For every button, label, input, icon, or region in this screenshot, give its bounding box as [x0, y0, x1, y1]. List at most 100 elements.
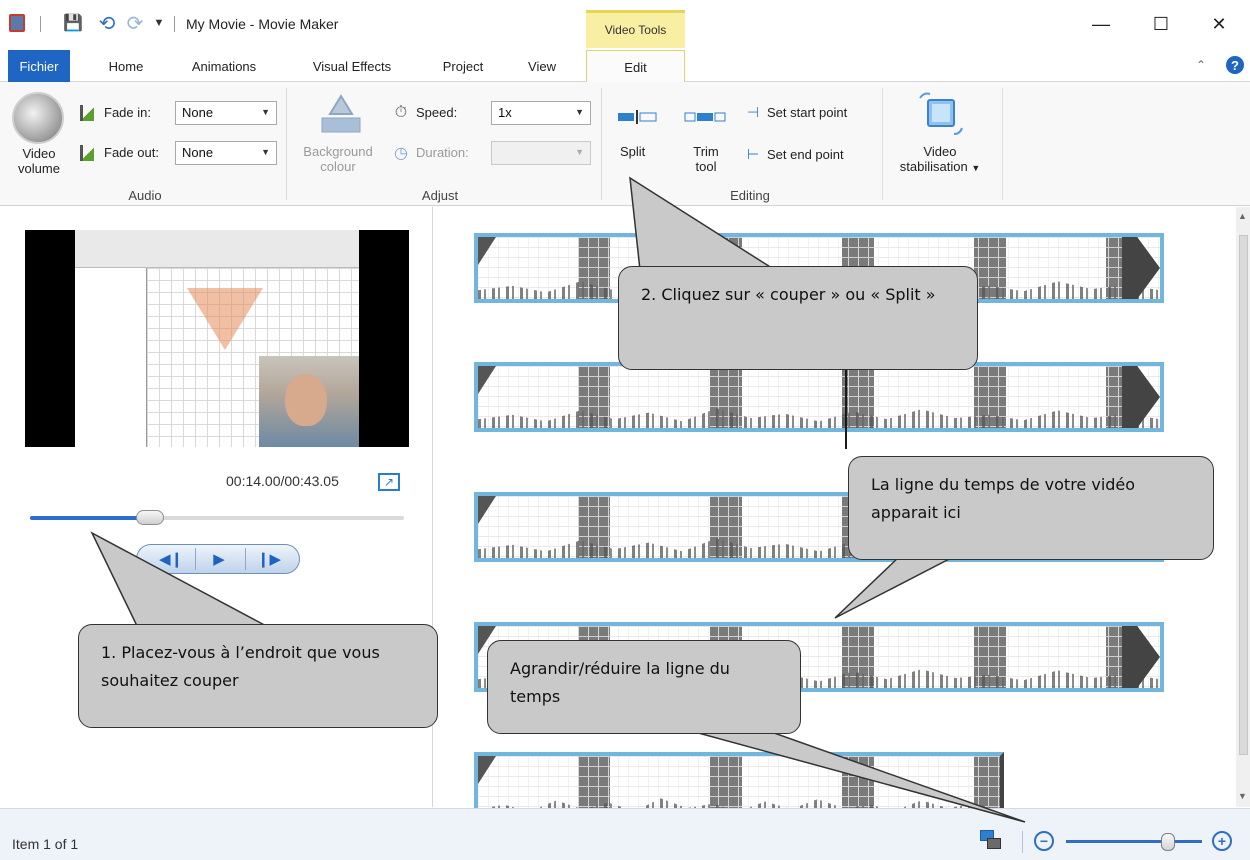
zoom-slider[interactable]: [1066, 840, 1202, 843]
title-bar: 💾 ⟲ ⟳ ▼ My Movie - Movie Maker Video Too…: [0, 0, 1250, 48]
help-icon[interactable]: ?: [1226, 56, 1244, 74]
split-button[interactable]: Split: [620, 144, 645, 159]
quick-access-separator: [40, 16, 41, 32]
playhead[interactable]: [845, 357, 847, 449]
video-stabilisation-icon[interactable]: [914, 88, 968, 140]
fade-in-value: None: [182, 105, 214, 120]
group-separator: [882, 88, 883, 200]
speed-value: 1x: [498, 105, 512, 120]
duration-select[interactable]: ▼: [491, 141, 591, 165]
speed-icon: ⏱: [394, 104, 408, 121]
fade-out-label: Fade out:: [104, 145, 159, 160]
preview-triangle-image: [187, 288, 263, 350]
tab-animations[interactable]: Animations: [174, 50, 274, 82]
duration-icon: ◷: [394, 145, 408, 162]
preview-toolbar-image: [75, 230, 359, 268]
chevron-down-icon: ▼: [575, 107, 584, 117]
editing-group-label: Editing: [730, 188, 770, 203]
set-end-point-icon: ⊢: [746, 145, 760, 162]
trim-icon[interactable]: [684, 110, 726, 124]
set-end-point-button[interactable]: Set end point: [767, 147, 844, 162]
video-stabilisation-button[interactable]: Video stabilisation ▼: [890, 144, 990, 176]
set-start-point-icon: ⊣: [746, 103, 760, 120]
group-separator: [1002, 88, 1003, 200]
video-preview[interactable]: [25, 230, 409, 447]
face-image: [285, 374, 327, 426]
fade-out-value: None: [182, 145, 214, 160]
redo-icon[interactable]: ⟳: [124, 12, 146, 35]
audio-group-label: Audio: [128, 188, 162, 203]
webcam-image: [259, 356, 359, 447]
set-start-point-button[interactable]: Set start point: [767, 105, 847, 120]
video-volume-button[interactable]: Video volume: [8, 146, 70, 176]
status-bar: Item 1 of 1 − +: [0, 808, 1250, 860]
maximize-button[interactable]: ☐: [1138, 8, 1184, 40]
popout-icon[interactable]: ↗: [378, 473, 400, 491]
status-separator: [1022, 831, 1023, 853]
video-tools-label: Video Tools: [604, 23, 667, 37]
callout-zoom: Agrandir/réduire la ligne du temps: [487, 640, 801, 734]
fade-out-icon: [78, 144, 96, 162]
duration-label: Duration:: [416, 145, 469, 160]
collapse-ribbon-icon[interactable]: ⌃: [1196, 58, 1206, 72]
background-colour-button[interactable]: Background colour: [292, 144, 384, 174]
next-frame-button[interactable]: ❙▶: [249, 545, 289, 573]
scroll-down-icon[interactable]: ▼: [1238, 791, 1247, 801]
trim-tool-button[interactable]: Trim tool: [690, 144, 722, 174]
tab-home[interactable]: Home: [96, 50, 156, 82]
zoom-slider-thumb[interactable]: [1161, 833, 1175, 851]
undo-icon[interactable]: ⟲: [96, 12, 118, 35]
zoom-in-button[interactable]: +: [1212, 831, 1232, 851]
tab-edit[interactable]: Edit: [586, 50, 685, 84]
chevron-down-icon: ▼: [261, 147, 270, 157]
tab-view[interactable]: View: [514, 50, 570, 82]
scrollbar-thumb[interactable]: [1239, 235, 1248, 755]
storyboard-icon[interactable]: [980, 830, 1002, 852]
split-icon[interactable]: [616, 110, 658, 124]
callout-place: 1. Placez-vous à l’endroit que vous souh…: [78, 624, 438, 728]
scroll-up-icon[interactable]: ▲: [1238, 211, 1247, 221]
tab-visual-effects[interactable]: Visual Effects: [292, 50, 412, 82]
group-separator: [286, 88, 287, 200]
quick-access-separator: [174, 16, 175, 32]
timeline-scrollbar[interactable]: ▲ ▼: [1236, 207, 1250, 807]
tab-fichier[interactable]: Fichier: [8, 50, 70, 82]
video-tools-header: Video Tools: [586, 10, 685, 48]
speaker-icon[interactable]: [12, 92, 64, 144]
timeline-row[interactable]: [474, 362, 1164, 432]
preview-algebra-image: [75, 268, 147, 447]
zoom-out-button[interactable]: −: [1034, 831, 1054, 851]
chevron-down-icon: ▼: [261, 107, 270, 117]
speed-label: Speed:: [416, 105, 458, 120]
fade-out-select[interactable]: None ▼: [175, 141, 277, 165]
tab-project[interactable]: Project: [430, 50, 496, 82]
callout-split: 2. Cliquez sur « couper » ou « Split »: [618, 266, 978, 370]
fade-in-select[interactable]: None ▼: [175, 101, 277, 125]
close-button[interactable]: ✕: [1196, 8, 1242, 40]
paint-bucket-icon[interactable]: [316, 88, 366, 136]
control-divider: [195, 548, 196, 570]
fade-in-label: Fade in:: [104, 105, 151, 120]
fade-in-icon: [78, 104, 96, 122]
seek-thumb[interactable]: [135, 510, 164, 525]
chevron-down-icon: ▼: [971, 163, 981, 173]
movie-maker-icon[interactable]: [6, 12, 28, 34]
play-button[interactable]: ▶: [199, 545, 239, 573]
chevron-down-icon: ▼: [575, 147, 584, 157]
minimize-button[interactable]: —: [1078, 8, 1124, 40]
window-title: My Movie - Movie Maker: [186, 16, 339, 32]
speed-select[interactable]: 1x ▼: [491, 101, 591, 125]
playback-controls: ◀❙ ▶ ❙▶: [136, 544, 300, 574]
callout-timeline: La ligne du temps de votre vidéo apparai…: [848, 456, 1214, 560]
item-count: Item 1 of 1: [12, 836, 79, 852]
seek-progress: [30, 516, 150, 520]
group-separator: [601, 88, 602, 200]
time-display: 00:14.00/00:43.05: [226, 473, 339, 489]
customize-quick-access-icon[interactable]: ▼: [150, 12, 168, 34]
preview-screen-content: [75, 230, 359, 447]
seek-bar[interactable]: [30, 516, 404, 520]
video-stabilisation-label: Video stabilisation: [899, 144, 968, 174]
previous-frame-button[interactable]: ◀❙: [151, 545, 191, 573]
save-icon[interactable]: 💾: [62, 12, 84, 34]
ribbon: Video volume Fade in: None ▼ Fade out: No…: [0, 82, 1250, 206]
